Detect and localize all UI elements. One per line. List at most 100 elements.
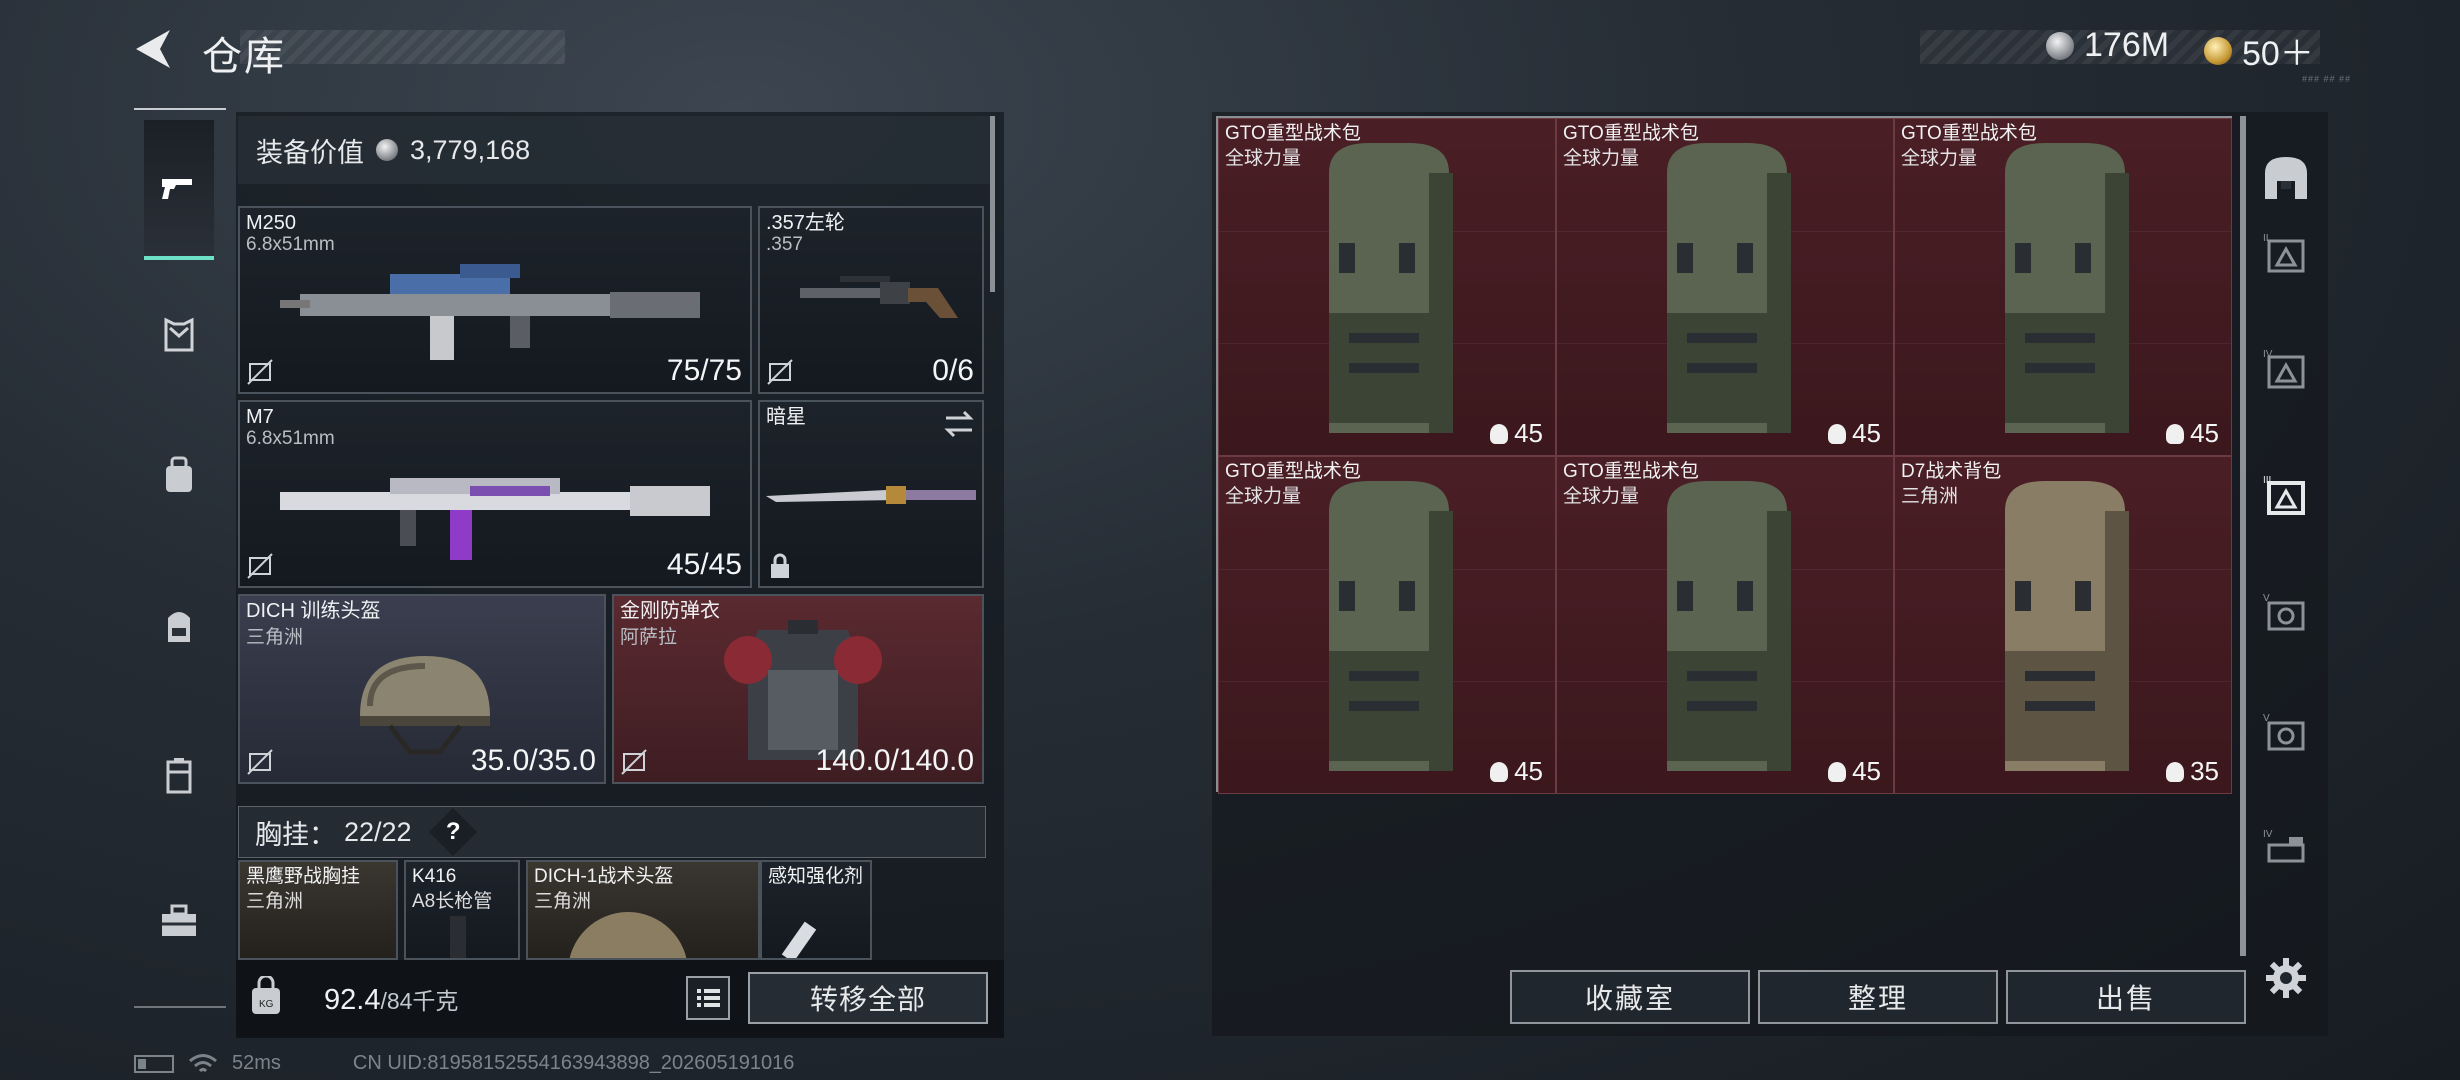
- battery-icon: [134, 1054, 174, 1073]
- storage-item[interactable]: D7战术背包 三角洲 35: [1894, 456, 2232, 794]
- revolver-image: [800, 276, 958, 318]
- weight-bag-icon: KG: [252, 976, 280, 1014]
- slot-helmet[interactable]: DICH 训练头盔 三角洲 35.0/35.0: [238, 594, 606, 784]
- backpack-image: [1667, 143, 1791, 433]
- slot-armor[interactable]: 金刚防弹衣 阿萨拉 140.0/140.0: [612, 594, 984, 784]
- equipment-value: 3,779,168: [410, 134, 531, 165]
- sidearm-name: .357左轮: [766, 212, 845, 234]
- armor-faction: 阿萨拉: [620, 627, 678, 648]
- slot-sidearm[interactable]: .357左轮 .357 0/6: [758, 206, 984, 394]
- capacity-icon: [2166, 423, 2185, 444]
- transfer-all-button[interactable]: 转移全部: [748, 972, 988, 1024]
- injector-image: [781, 921, 817, 958]
- nav-backpack-case[interactable]: [144, 440, 214, 510]
- item-faction: 全球力量: [1225, 148, 1302, 169]
- toolbox-icon: [162, 904, 196, 936]
- capacity-icon: [1490, 761, 1509, 782]
- vest-icon: [164, 317, 194, 352]
- chest-item[interactable]: DICH-1战术头盔 三角洲: [526, 860, 760, 960]
- tab-storage-iii-active[interactable]: III: [2256, 468, 2316, 528]
- tab-storage-iv2[interactable]: IV: [2256, 822, 2316, 882]
- nav-toolbox[interactable]: [144, 886, 214, 956]
- back-arrow-icon[interactable]: [132, 26, 180, 72]
- svg-text:V: V: [2263, 713, 2270, 724]
- sidearm-ammo: .357: [766, 234, 803, 255]
- capacity-icon: [1828, 423, 1847, 444]
- storage-item[interactable]: GTO重型战术包 全球力量 45: [1556, 118, 1894, 456]
- svg-text:IV: IV: [2263, 349, 2273, 360]
- collection-room-button[interactable]: 收藏室: [1510, 970, 1750, 1024]
- chest-rig-label: 胸挂：: [255, 819, 336, 850]
- chest-item[interactable]: 黑鹰野战胸挂 三角洲: [238, 860, 398, 960]
- item-faction: 全球力量: [1563, 486, 1640, 507]
- status-bar: 52ms CN UID:8195815255416394389​8_202605…: [134, 1052, 794, 1075]
- no-insurance-icon: [247, 553, 273, 579]
- item-faction: 全球力量: [1563, 148, 1640, 169]
- tab-storage-v[interactable]: V: [2256, 586, 2316, 646]
- chest-item[interactable]: K416 A8长枪管: [404, 860, 520, 960]
- carry-weight-max: /84千克: [380, 988, 459, 1014]
- slot-melee[interactable]: 暗星: [758, 400, 984, 588]
- slot-primary-weapon[interactable]: M250 6.8x51mm 75/75: [238, 206, 752, 394]
- weapon-name: M7: [246, 406, 274, 428]
- gold-coin-icon: [2204, 36, 2232, 65]
- svg-text:IV: IV: [2263, 829, 2273, 840]
- storage-item[interactable]: GTO重型战术包 全球力量 45: [1218, 118, 1556, 456]
- item-capacity: 45: [1828, 756, 1881, 787]
- storage-level-icon: V: [2263, 593, 2305, 631]
- silver-coin-icon: [2046, 31, 2074, 60]
- nav-weapons[interactable]: [144, 120, 214, 260]
- currency-silver[interactable]: 176M: [2046, 26, 2169, 65]
- item-capacity: 45: [2166, 418, 2219, 449]
- loadout-scrollbar[interactable]: [990, 116, 995, 292]
- sell-button[interactable]: 出售: [2006, 970, 2246, 1024]
- currency-gold[interactable]: 50＋: [2204, 26, 2314, 75]
- item-capacity: 45: [1490, 756, 1543, 787]
- storage-item[interactable]: GTO重型战术包 全球力量 45: [1556, 456, 1894, 794]
- backpack-image: [2005, 481, 2129, 771]
- chest-item-name: K416: [412, 866, 457, 887]
- nav-chest-rig[interactable]: [144, 300, 214, 370]
- organize-button[interactable]: 整理: [1758, 970, 1998, 1024]
- chest-rig-count: 22/22: [344, 816, 412, 847]
- gear-icon[interactable]: [2262, 954, 2310, 1002]
- chest-item-name: 感知强化剂: [768, 866, 864, 887]
- storage-item[interactable]: GTO重型战术包 全球力量 45: [1894, 118, 2232, 456]
- helmet-name: DICH 训练头盔: [246, 600, 381, 622]
- nav-container[interactable]: [144, 740, 214, 810]
- chest-item-sub: 三角洲: [246, 891, 304, 912]
- list-view-button[interactable]: [686, 976, 730, 1020]
- item-faction: 全球力量: [1901, 148, 1978, 169]
- item-capacity: 45: [1828, 418, 1881, 449]
- equipment-value-label: 装备价值: [256, 137, 364, 168]
- capacity-icon: [1490, 423, 1509, 444]
- swap-arrows-icon[interactable]: [942, 410, 976, 438]
- storage-scrollbar[interactable]: [2240, 116, 2246, 956]
- m250-rifle-image: [280, 264, 700, 360]
- storage-level-icon: V: [2263, 713, 2305, 751]
- tab-storage-ii[interactable]: II: [2256, 226, 2316, 286]
- item-name: GTO重型战术包: [1225, 123, 1361, 144]
- tab-storage-iv[interactable]: IV: [2256, 342, 2316, 402]
- version-text: ### ## ##: [2302, 74, 2352, 84]
- armor-name: 金刚防弹衣: [620, 600, 720, 622]
- sidearm-ammo-count: 0/6: [932, 354, 974, 387]
- equipment-value-row: 装备价值 3,779,168: [238, 116, 990, 184]
- helmet-image: [568, 912, 688, 958]
- storage-level-icon: IV: [2263, 829, 2305, 863]
- tab-storage-home[interactable]: [2256, 148, 2316, 208]
- storage-item[interactable]: GTO重型战术包 全球力量 45: [1218, 456, 1556, 794]
- wifi-icon: [189, 1053, 217, 1072]
- left-category-nav: [134, 108, 226, 1008]
- tab-storage-v2[interactable]: V: [2256, 706, 2316, 766]
- nav-backpack[interactable]: [144, 590, 214, 660]
- help-icon[interactable]: ?: [428, 807, 477, 857]
- no-insurance-icon: [767, 359, 793, 385]
- chest-item[interactable]: 感知强化剂: [760, 860, 872, 960]
- slot-secondary-weapon[interactable]: M7 6.8x51mm 45/45: [238, 400, 752, 588]
- item-faction: 三角洲: [1901, 486, 1959, 507]
- item-name: GTO重型战术包: [1225, 461, 1361, 482]
- capacity-icon: [2166, 761, 2185, 782]
- item-capacity: 35: [2166, 756, 2219, 787]
- weapon-ammo-count: 75/75: [666, 354, 742, 387]
